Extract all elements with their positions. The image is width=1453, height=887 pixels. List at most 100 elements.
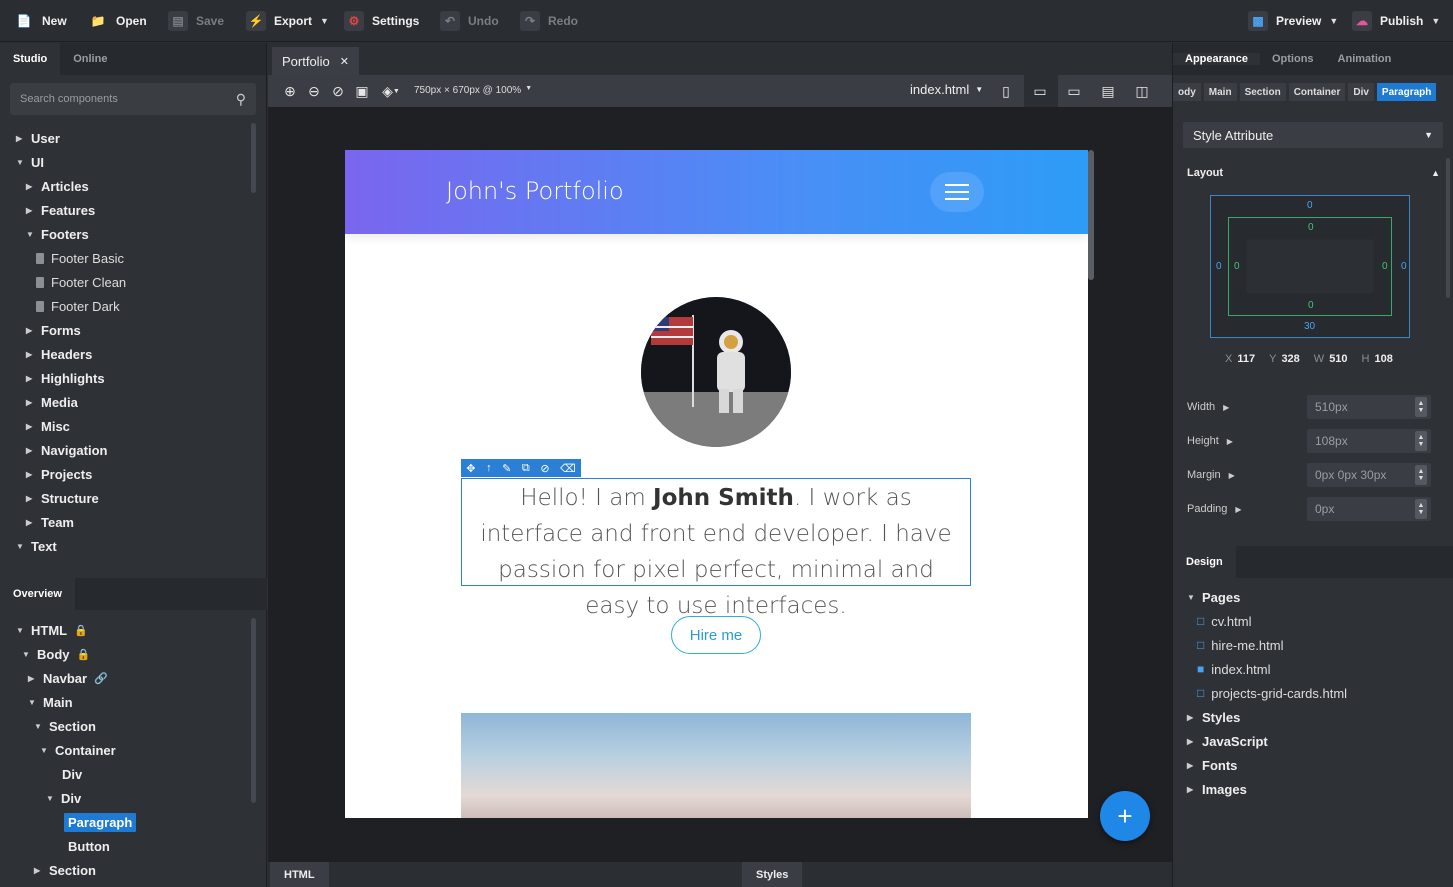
canvas-size-select[interactable]: 750px × 670px @ 100% ▼ — [414, 85, 532, 96]
crumb-main[interactable]: Main — [1203, 83, 1237, 101]
overview-body[interactable]: ▼ Body 🔒 — [22, 643, 90, 665]
tree-item-media[interactable]: ▶ Media — [26, 391, 78, 413]
caret-right-icon[interactable]: ▶ — [26, 326, 34, 335]
tab-online[interactable]: Online — [60, 43, 120, 75]
toggle-grid-icon[interactable]: ⊘ — [328, 81, 348, 101]
caret-right-icon[interactable]: ▶ — [26, 398, 34, 407]
tab-animation[interactable]: Animation — [1326, 53, 1404, 65]
tree-item-user[interactable]: ▶ User — [16, 127, 60, 149]
overview-navbar[interactable]: ▶ Navbar 🔗 — [28, 667, 108, 689]
caret-right-icon[interactable]: ▶ — [1187, 761, 1195, 770]
page-cv[interactable]: □ cv.html — [1197, 610, 1251, 632]
overview-div[interactable]: Div — [62, 763, 82, 785]
padding-top-value[interactable]: 0 — [1308, 222, 1314, 233]
padding-left-value[interactable]: 0 — [1234, 261, 1240, 272]
preview-button[interactable]: ▩ Preview ▼ — [1248, 8, 1338, 34]
intro-paragraph[interactable]: Hello! I am John Smith. I work as interf… — [462, 479, 970, 625]
margin-right-value[interactable]: 0 — [1401, 261, 1407, 272]
arrow-up-icon[interactable]: ↑ — [486, 462, 492, 474]
design-javascript[interactable]: ▶ JavaScript — [1187, 730, 1268, 752]
caret-right-icon[interactable]: ▶ — [1223, 403, 1229, 412]
laptop-view-icon[interactable]: ▤ — [1098, 81, 1118, 101]
move-icon[interactable]: ✥ — [466, 462, 475, 475]
stepper-icon[interactable]: ▲ ▼ — [1415, 431, 1427, 451]
padding-property[interactable]: Padding ▶ — [1187, 497, 1242, 521]
add-button[interactable]: + — [1100, 791, 1150, 841]
tree-item-navigation[interactable]: ▶ Navigation — [26, 439, 107, 461]
overview-section[interactable]: ▶ Section — [34, 859, 96, 881]
page-select[interactable]: index.html ▼ — [910, 82, 983, 97]
crumb-body[interactable]: ody — [1173, 83, 1201, 101]
caret-right-icon[interactable]: ▶ — [26, 470, 34, 479]
lock-icon[interactable]: 🔒 — [74, 624, 88, 637]
caret-right-icon[interactable]: ▶ — [1187, 713, 1195, 722]
new-button[interactable]: 📄 New — [14, 8, 67, 34]
link-icon[interactable]: 🔗 — [94, 672, 108, 685]
caret-right-icon[interactable]: ▶ — [1229, 471, 1235, 480]
overview-html[interactable]: ▼ HTML 🔒 — [16, 619, 88, 641]
duplicate-icon[interactable]: ⧉ — [522, 462, 530, 475]
overview-button[interactable]: Button — [68, 835, 110, 857]
caret-down-icon[interactable]: ▼ — [22, 650, 30, 659]
tree-item-footer-basic[interactable]: Footer Basic — [36, 247, 124, 269]
caret-right-icon[interactable]: ▶ — [16, 134, 24, 143]
overview-scrollbar[interactable] — [251, 618, 256, 803]
stepper-icon[interactable]: ▲ ▼ — [1415, 397, 1427, 417]
site-brand[interactable]: John's Portfolio — [446, 177, 624, 205]
stepper-icon[interactable]: ▲ ▼ — [1415, 465, 1427, 485]
width-input[interactable]: 510px ▲ ▼ — [1307, 395, 1431, 419]
design-pages[interactable]: ▼ Pages — [1187, 586, 1240, 608]
tab-design[interactable]: Design — [1173, 546, 1236, 578]
caret-right-icon[interactable]: ▶ — [26, 182, 34, 191]
hire-me-button[interactable]: Hire me — [671, 616, 761, 654]
page-index[interactable]: ■ index.html — [1197, 658, 1271, 680]
overview-paragraph[interactable]: Paragraph — [64, 811, 137, 833]
crumb-paragraph[interactable]: Paragraph — [1376, 83, 1437, 101]
crumb-div[interactable]: Div — [1348, 83, 1374, 101]
padding-input[interactable]: 0px ▲ ▼ — [1307, 497, 1431, 521]
tree-item-ui[interactable]: ▼ UI — [16, 151, 44, 173]
tree-item-misc[interactable]: ▶ Misc — [26, 415, 70, 437]
trash-icon[interactable]: ⌫ — [560, 462, 576, 475]
tab-portfolio[interactable]: Portfolio ✕ — [272, 47, 359, 75]
caret-right-icon[interactable]: ▶ — [26, 350, 34, 359]
caret-down-icon[interactable]: ▼ — [16, 542, 24, 551]
design-styles[interactable]: ▶ Styles — [1187, 706, 1240, 728]
margin-bottom-value[interactable]: 30 — [1304, 321, 1315, 332]
crumb-section[interactable]: Section — [1239, 83, 1286, 101]
profile-avatar[interactable] — [641, 297, 791, 447]
caret-down-icon[interactable]: ▼ — [16, 626, 24, 635]
tab-overview[interactable]: Overview — [0, 578, 75, 610]
tablet-view-icon[interactable]: ▭ — [1030, 81, 1050, 101]
tree-item-forms[interactable]: ▶ Forms — [26, 319, 81, 341]
tree-item-projects[interactable]: ▶ Projects — [26, 463, 92, 485]
layers-icon[interactable]: ◈ ▼ — [376, 81, 406, 101]
tab-styles[interactable]: Styles — [742, 862, 803, 887]
eye-off-icon[interactable]: ⊘ — [540, 462, 549, 475]
design-canvas[interactable]: John's Portfolio ✥ ↑ ✎ ⧉ ⊘ ⌫ Hello! I am… — [345, 150, 1088, 818]
phone-view-icon[interactable]: ▯ — [996, 81, 1016, 101]
page-hire-me[interactable]: □ hire-me.html — [1197, 634, 1284, 656]
caret-down-icon[interactable]: ▼ — [34, 722, 42, 731]
zoom-out-icon[interactable]: ⊖ — [304, 81, 324, 101]
caret-down-icon[interactable]: ▼ — [46, 794, 54, 803]
lock-icon[interactable]: 🔒 — [77, 648, 91, 661]
tree-item-articles[interactable]: ▶ Articles — [26, 175, 89, 197]
site-navbar[interactable]: John's Portfolio — [345, 150, 1088, 234]
caret-right-icon[interactable]: ▶ — [1227, 437, 1233, 446]
caret-right-icon[interactable]: ▶ — [1187, 737, 1195, 746]
caret-down-icon[interactable]: ▼ — [26, 230, 34, 239]
design-fonts[interactable]: ▶ Fonts — [1187, 754, 1237, 776]
caret-right-icon[interactable]: ▶ — [1187, 785, 1195, 794]
caret-right-icon[interactable]: ▶ — [26, 494, 34, 503]
overview-section[interactable]: ▼ Section — [34, 715, 96, 737]
caret-down-icon[interactable]: ▼ — [40, 746, 48, 755]
selected-paragraph[interactable]: Hello! I am John Smith. I work as interf… — [461, 478, 971, 619]
tree-item-structure[interactable]: ▶ Structure — [26, 487, 99, 509]
caret-right-icon[interactable]: ▶ — [26, 422, 34, 431]
margin-property[interactable]: Margin ▶ — [1187, 463, 1235, 487]
publish-button[interactable]: ☁ Publish ▼ — [1352, 8, 1440, 34]
tab-html[interactable]: HTML — [270, 862, 329, 887]
height-property[interactable]: Height ▶ — [1187, 429, 1233, 453]
properties-scrollbar[interactable] — [1446, 158, 1450, 298]
